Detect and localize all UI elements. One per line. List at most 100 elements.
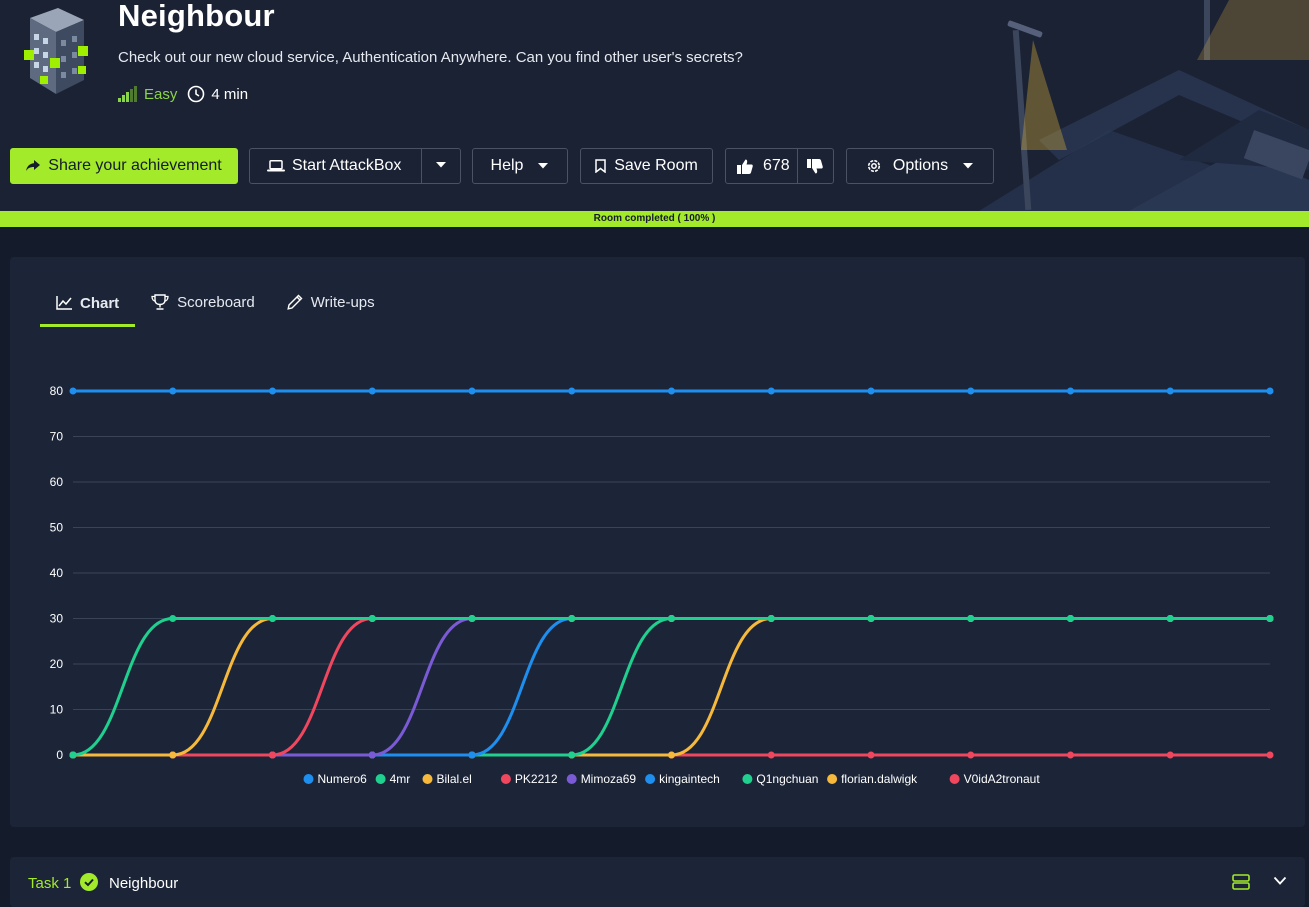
legend-label: Q1ngchuan (756, 772, 818, 786)
legend-label: V0idA2tronaut (964, 772, 1041, 786)
data-point (69, 751, 77, 759)
data-point (867, 751, 875, 759)
thumbs-down-icon[interactable] (807, 159, 823, 174)
tab-write-ups[interactable]: Write-ups (271, 282, 391, 322)
clock-icon (188, 85, 205, 103)
data-point (668, 751, 675, 759)
legend-marker (500, 774, 511, 784)
y-tick-label: 30 (50, 612, 64, 626)
score-line-chart: 0 10 20 30 40 50 60 70 80 Numero6 4mr Bilal.el PK221… (50, 384, 1274, 786)
legend-marker (949, 774, 960, 784)
data-point (1266, 615, 1274, 622)
legend-marker (375, 774, 386, 784)
chevron-down-icon[interactable] (1273, 876, 1287, 886)
data-point (1067, 615, 1074, 622)
vote-buttons: 678 (725, 148, 834, 184)
series-line-Bilal.el (73, 617, 1270, 757)
series-line-PK2212 (73, 617, 1270, 757)
task-name: Neighbour (109, 875, 179, 892)
difficulty-label: Easy (144, 85, 178, 103)
data-point (967, 615, 975, 622)
data-point (867, 615, 875, 622)
data-point (169, 387, 177, 395)
legend-label: kingaintech (659, 772, 720, 786)
chart-card: Chart Scoreboard Write-ups 0 10 20 30 40 50 60… (10, 257, 1305, 827)
tab-chart[interactable]: Chart (40, 282, 136, 327)
data-point (468, 387, 476, 395)
help-button[interactable]: Help (472, 148, 568, 184)
data-point (468, 615, 476, 622)
data-point (69, 387, 77, 395)
data-point (967, 387, 975, 395)
y-tick-label: 0 (56, 748, 63, 762)
data-point (269, 387, 276, 395)
data-point (269, 615, 276, 622)
data-point (169, 751, 177, 759)
data-point (1166, 387, 1174, 395)
trophy-icon (151, 294, 169, 310)
city-illustration-icon (979, 0, 1309, 211)
legend-marker (645, 774, 656, 784)
share-icon (26, 160, 41, 171)
data-point (1166, 615, 1174, 622)
data-point (668, 387, 675, 395)
data-point (1166, 751, 1174, 759)
tab-label: Chart (80, 294, 120, 312)
pencil-icon (287, 294, 303, 310)
caret-down-icon (538, 163, 549, 169)
y-tick-label: 80 (50, 384, 64, 398)
legend-label: Bilal.el (437, 772, 472, 786)
signal-strength-icon (118, 86, 137, 102)
room-description: Check out our new cloud service, Authent… (118, 49, 743, 66)
server-list-icon[interactable] (1232, 874, 1250, 890)
laptop-icon (267, 160, 285, 172)
options-label: Options (892, 157, 949, 174)
legend-marker (422, 774, 433, 784)
legend-label: 4mr (390, 772, 411, 786)
check-circle-icon (80, 873, 98, 891)
room-title: Neighbour (118, 0, 275, 33)
share-achievement-button[interactable]: Share your achievement (10, 148, 238, 184)
data-point (568, 751, 576, 759)
building-logo-icon (24, 8, 88, 94)
tab-bar: Chart Scoreboard Write-ups (40, 282, 391, 327)
duration-label: 4 min (211, 85, 249, 103)
options-button[interactable]: Options (846, 148, 994, 184)
series-line-florian.dalwigk (73, 617, 1270, 757)
data-point (867, 387, 875, 395)
legend-marker (303, 774, 314, 784)
tab-scoreboard[interactable]: Scoreboard (135, 282, 271, 322)
tab-label: Scoreboard (177, 293, 255, 311)
caret-down-icon[interactable] (435, 161, 447, 169)
task-number: Task 1 (28, 875, 72, 892)
save-room-button[interactable]: Save Room (580, 148, 713, 184)
legend-marker (742, 774, 753, 784)
data-point (1266, 751, 1274, 759)
data-point (568, 615, 576, 622)
divider (421, 149, 422, 183)
data-point (1067, 387, 1074, 395)
data-point (269, 751, 276, 759)
data-point (767, 615, 775, 622)
gear-icon (867, 159, 881, 173)
data-point (568, 387, 576, 395)
room-meta: Easy 4 min (118, 84, 248, 104)
data-point (368, 387, 376, 395)
y-tick-label: 20 (50, 657, 64, 671)
thumbs-up-icon[interactable] (737, 159, 753, 174)
legend-label: florian.dalwigk (841, 772, 918, 786)
start-attackbox-button[interactable]: Start AttackBox (249, 148, 461, 184)
y-tick-label: 70 (50, 430, 64, 444)
y-tick-label: 10 (50, 703, 64, 717)
task-1-header[interactable]: Task 1 Neighbour (10, 857, 1305, 907)
legend-label: Mimoza69 (581, 772, 637, 786)
data-point (1067, 751, 1074, 759)
data-point (468, 751, 476, 759)
caret-down-icon (963, 163, 974, 169)
bookmark-icon (595, 159, 606, 173)
help-label: Help (490, 157, 524, 174)
y-tick-label: 40 (50, 566, 64, 580)
divider (797, 149, 798, 183)
y-tick-label: 60 (50, 475, 64, 489)
data-point (767, 751, 775, 759)
